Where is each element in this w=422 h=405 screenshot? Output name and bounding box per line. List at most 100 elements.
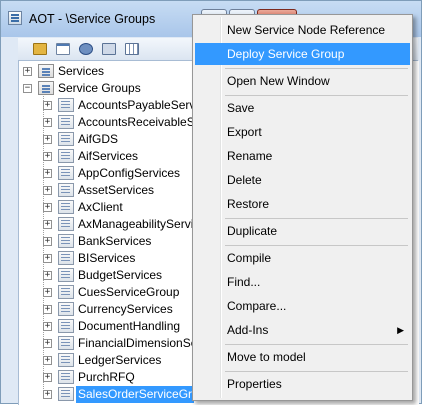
menu-item-compile[interactable]: Compile	[195, 247, 410, 269]
compile-icon[interactable]	[77, 40, 93, 56]
menu-item-label: Deploy Service Group	[227, 47, 345, 61]
menu-item-label: Move to model	[227, 350, 306, 364]
menu-item-export[interactable]: Export	[195, 121, 410, 143]
tree-node-label: PurchRFQ	[78, 370, 135, 384]
submenu-arrow-icon: ▶	[397, 325, 404, 335]
menu-item-label: Save	[227, 101, 255, 115]
menu-item-compare[interactable]: Compare...	[195, 295, 410, 317]
menu-separator	[225, 218, 408, 219]
menu-item-restore[interactable]: Restore	[195, 193, 410, 215]
menu-item-properties[interactable]: Properties	[195, 373, 410, 395]
tree-node-label: AssetServices	[78, 183, 155, 197]
tree-node-label: DocumentHandling	[78, 319, 181, 333]
service-group-icon	[58, 183, 74, 197]
tree-node-label: AifGDS	[78, 132, 119, 146]
properties-icon[interactable]	[54, 40, 70, 56]
expand-icon[interactable]: +	[43, 203, 52, 212]
menu-item-label: Export	[227, 125, 262, 139]
menu-item-deploy-service-group[interactable]: Deploy Service Group	[195, 43, 410, 65]
menu-item-new-service-node-reference[interactable]: New Service Node Reference	[195, 19, 410, 41]
menu-item-label: Add-Ins	[227, 323, 269, 337]
service-group-icon	[58, 132, 74, 146]
expand-icon[interactable]: +	[43, 186, 52, 195]
service-group-icon	[58, 166, 74, 180]
menu-item-label: Restore	[227, 197, 270, 211]
menu-item-label: Duplicate	[227, 224, 278, 238]
grid-icon[interactable]	[123, 40, 139, 56]
tree-node-label: BankServices	[78, 234, 152, 248]
tree-node-label: LedgerServices	[78, 353, 162, 367]
window-title: AOT - \Service Groups	[29, 12, 156, 26]
tree-node-label: AifServices	[78, 149, 139, 163]
expand-icon[interactable]: +	[43, 305, 52, 314]
menu-item-rename[interactable]: Rename	[195, 145, 410, 167]
service-group-icon	[58, 319, 74, 333]
expand-icon[interactable]: +	[23, 67, 32, 76]
tree-node-label: CuesServiceGroup	[78, 285, 180, 299]
service-group-icon	[58, 353, 74, 367]
menu-item-label: Compare...	[227, 299, 287, 313]
context-menu: New Service Node Reference Deploy Servic…	[192, 14, 413, 401]
tree-node-label: Service Groups	[58, 81, 141, 95]
expand-icon[interactable]: +	[43, 169, 52, 178]
expand-icon[interactable]: +	[43, 135, 52, 144]
menu-item-save[interactable]: Save	[195, 97, 410, 119]
expand-icon[interactable]: +	[43, 101, 52, 110]
tree-node-label: AccountsPayableServ	[78, 98, 196, 112]
open-icon[interactable]	[31, 40, 47, 56]
menu-item-open-new-window[interactable]: Open New Window	[195, 70, 410, 92]
collapse-icon[interactable]: −	[23, 84, 32, 93]
expand-icon[interactable]: +	[43, 288, 52, 297]
expand-icon[interactable]: +	[43, 237, 52, 246]
service-group-icon	[58, 234, 74, 248]
tree-node-label: BudgetServices	[78, 268, 163, 282]
menu-item-label: New Service Node Reference	[227, 23, 386, 37]
service-groups-folder-icon	[38, 81, 54, 95]
tree-node-label: Services	[58, 64, 105, 78]
tree-node-label: SalesOrderServiceGr	[76, 386, 195, 403]
expand-icon[interactable]: +	[43, 220, 52, 229]
expand-icon[interactable]: +	[43, 390, 52, 399]
service-group-icon	[58, 370, 74, 384]
tree-node-label: AxManageabilityServi	[78, 217, 194, 231]
menu-item-label: Open New Window	[227, 74, 330, 88]
menu-separator	[225, 344, 408, 345]
menu-item-label: Rename	[227, 149, 273, 163]
tree-node-label: BIServices	[78, 251, 136, 265]
expand-icon[interactable]: +	[43, 254, 52, 263]
service-group-icon	[58, 251, 74, 265]
expand-icon[interactable]: +	[43, 322, 52, 331]
menu-item-label: Find...	[227, 275, 261, 289]
service-group-icon	[58, 336, 74, 350]
tree-node-label: AccountsReceivableSe	[78, 115, 202, 129]
expand-icon[interactable]: +	[43, 152, 52, 161]
menu-separator	[225, 95, 408, 96]
service-group-icon	[58, 98, 74, 112]
service-group-icon	[58, 302, 74, 316]
services-folder-icon	[38, 64, 54, 78]
service-group-icon	[58, 217, 74, 231]
menu-item-add-ins[interactable]: Add-Ins ▶	[195, 319, 410, 341]
menu-item-label: Properties	[227, 377, 282, 391]
service-group-icon	[58, 200, 74, 214]
service-group-icon	[58, 149, 74, 163]
menu-item-move-to-model[interactable]: Move to model	[195, 346, 410, 368]
menu-separator	[225, 68, 408, 69]
menu-item-label: Compile	[227, 251, 272, 265]
tree-node-label: FinancialDimensionSe	[78, 336, 198, 350]
import-icon[interactable]	[100, 40, 116, 56]
menu-item-duplicate[interactable]: Duplicate	[195, 220, 410, 242]
expand-icon[interactable]: +	[43, 271, 52, 280]
aot-app-icon	[8, 11, 22, 25]
tree-node-label: CurrencyServices	[78, 302, 173, 316]
menu-item-delete[interactable]: Delete	[195, 169, 410, 191]
menu-separator	[225, 371, 408, 372]
service-group-icon	[58, 285, 74, 299]
expand-icon[interactable]: +	[43, 339, 52, 348]
menu-item-find[interactable]: Find...	[195, 271, 410, 293]
expand-icon[interactable]: +	[43, 118, 52, 127]
expand-icon[interactable]: +	[43, 356, 52, 365]
menu-item-label: Delete	[227, 173, 262, 187]
expand-icon[interactable]: +	[43, 373, 52, 382]
service-group-icon	[58, 387, 74, 401]
